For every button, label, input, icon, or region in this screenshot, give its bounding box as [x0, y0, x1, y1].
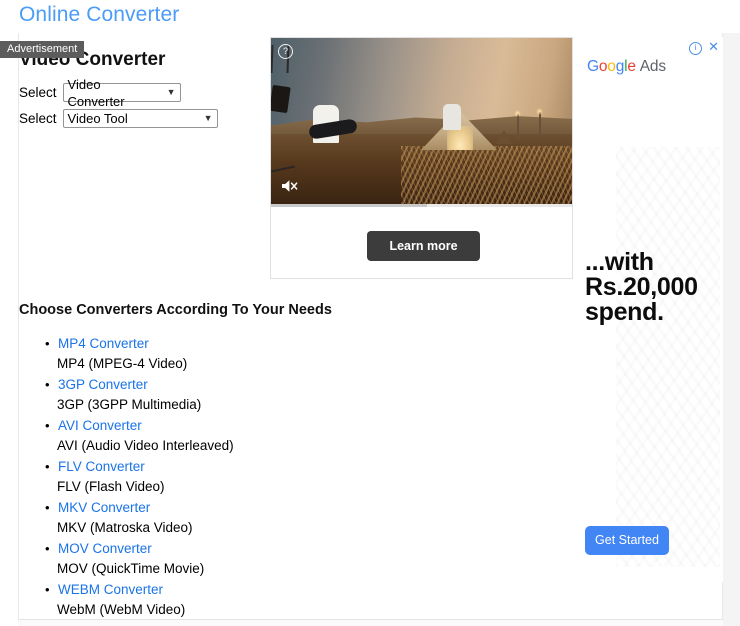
side-display-ad[interactable]: i ✕ Google Ads ...with Rs.20,000 spend. G… [578, 37, 723, 582]
video-progress-fill [271, 204, 427, 207]
ad-scene-pole-light [514, 110, 521, 117]
ad-scene-pole [539, 112, 541, 136]
converter-description: MOV (QuickTime Movie) [57, 561, 205, 576]
video-tool-select-value: Video Tool [67, 111, 128, 126]
side-ad-background-texture [616, 147, 720, 567]
right-gutter [723, 33, 740, 626]
logo-suffix-ads: Ads [639, 58, 666, 75]
converter-description: MP4 (MPEG-4 Video) [57, 356, 188, 371]
converter-description: FLV (Flash Video) [57, 479, 165, 494]
close-icon[interactable]: ✕ [708, 40, 719, 53]
learn-more-button[interactable]: Learn more [367, 231, 480, 261]
converters-section-heading: Choose Converters According To Your Need… [19, 302, 332, 318]
converter-description: 3GP (3GPP Multimedia) [57, 397, 202, 412]
site-title: Online Converter [19, 3, 180, 26]
converter-select-label: Select [19, 85, 57, 100]
converter-description: WebM (WebM Video) [57, 602, 186, 617]
list-item: AVI Converter AVI (Audio Video Interleav… [45, 416, 234, 457]
converter-link[interactable]: AVI Converter [58, 416, 234, 435]
video-player[interactable]: ? [271, 38, 572, 204]
side-ad-headline-line2: Rs.20,000 [585, 273, 698, 301]
converter-type-select-value: Video Converter [67, 76, 125, 109]
converter-link[interactable]: MKV Converter [58, 498, 234, 517]
list-item: MP4 Converter MP4 (MPEG-4 Video) [45, 334, 234, 375]
converter-link[interactable]: MP4 Converter [58, 334, 234, 353]
site-header: Online Converter [0, 0, 740, 33]
left-gutter [0, 33, 18, 626]
side-ad-headline-line3: spend. [585, 298, 664, 326]
converter-link[interactable]: 3GP Converter [58, 375, 234, 394]
list-item: FLV Converter FLV (Flash Video) [45, 457, 234, 498]
video-progress-bar[interactable] [271, 204, 572, 207]
converter-list: MP4 Converter MP4 (MPEG-4 Video) 3GP Con… [42, 334, 234, 621]
chevron-down-icon: ▼ [166, 87, 176, 97]
list-item: MOV Converter MOV (QuickTime Movie) [45, 539, 234, 580]
video-tool-select[interactable]: Video Tool ▼ [62, 109, 218, 128]
list-item: MKV Converter MKV (Matroska Video) [45, 498, 234, 539]
ad-scene-keyboardist [443, 104, 461, 130]
advertisement-label: Advertisement [0, 41, 85, 58]
question-mark-icon[interactable]: ? [278, 44, 293, 59]
logo-letter-g: G [587, 58, 599, 75]
logo-letter-e: e [627, 58, 636, 75]
list-item: WEBM Converter WebM (WebM Video) [45, 580, 234, 621]
converter-link[interactable]: WEBM Converter [58, 580, 234, 599]
get-started-button[interactable]: Get Started [585, 526, 669, 555]
converter-link[interactable]: MOV Converter [58, 539, 234, 558]
list-item: 3GP Converter 3GP (3GPP Multimedia) [45, 375, 234, 416]
converter-select-row: Select Video Converter ▼ [19, 77, 181, 109]
side-ad-headline-line1: ...with [585, 248, 654, 276]
logo-letter-g2: g [615, 58, 625, 75]
speaker-muted-icon[interactable] [281, 178, 299, 194]
video-ad-unit[interactable]: ? Learn more [270, 37, 573, 279]
tool-select-label: Select [19, 111, 57, 126]
ad-scene-pole [517, 114, 519, 140]
page-root: Online Converter Advertisement Video Con… [0, 0, 740, 626]
google-ads-logo: Google Ads [587, 58, 666, 76]
converter-description: MKV (Matroska Video) [57, 520, 193, 535]
side-ad-headline: ...with Rs.20,000 spend. [585, 250, 723, 325]
converter-link[interactable]: FLV Converter [58, 457, 234, 476]
tool-select-row: Select Video Tool ▼ [19, 109, 218, 128]
ad-scene-pole-light [536, 108, 543, 115]
chevron-down-icon: ▼ [203, 113, 213, 123]
ad-scene-sand [401, 146, 572, 204]
logo-letter-o2: o [607, 58, 616, 75]
info-icon[interactable]: i [689, 42, 702, 55]
converter-type-select[interactable]: Video Converter ▼ [62, 77, 181, 109]
converter-description: AVI (Audio Video Interleaved) [57, 438, 234, 453]
browser-viewport: Online Converter Advertisement Video Con… [0, 0, 740, 626]
